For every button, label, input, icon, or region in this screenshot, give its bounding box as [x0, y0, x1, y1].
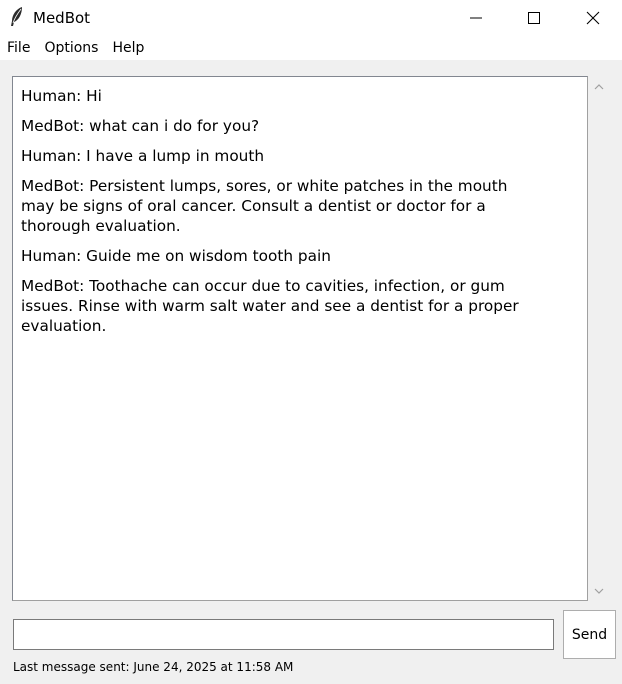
chevron-down-icon [594, 588, 603, 594]
chat-message-bot: MedBot: Toothache can occur due to cavit… [21, 277, 519, 335]
feather-icon [9, 6, 25, 28]
menu-options[interactable]: Options [37, 36, 105, 60]
chat-message-bot: MedBot: Persistent lumps, sores, or whit… [21, 177, 508, 235]
scroll-up-button[interactable] [588, 76, 609, 97]
chat-message-bot: MedBot: what can i do for you? [21, 117, 260, 135]
title-bar: MedBot [0, 0, 622, 36]
minimize-icon [470, 17, 482, 19]
menu-help[interactable]: Help [105, 36, 151, 60]
medbot-window: MedBot File Options Help Human: Hi MedBo… [0, 0, 622, 684]
chat-message-human: Human: Guide me on wisdom tooth pain [21, 247, 331, 265]
chat-log-area[interactable]: Human: Hi MedBot: what can i do for you?… [12, 76, 588, 601]
menu-file[interactable]: File [0, 36, 37, 60]
minimize-button[interactable] [447, 0, 505, 36]
last-sent-status: Last message sent: June 24, 2025 at 11:5… [13, 660, 294, 674]
close-icon [586, 11, 600, 25]
chat-log: Human: Hi MedBot: what can i do for you?… [21, 86, 579, 346]
send-button[interactable]: Send [563, 610, 616, 659]
maximize-button[interactable] [505, 0, 563, 36]
chat-message-human: Human: Hi [21, 87, 102, 105]
chat-scrollbar[interactable] [588, 76, 609, 601]
chevron-up-icon [594, 83, 603, 89]
menu-bar: File Options Help [0, 36, 622, 60]
chat-message-human: Human: I have a lump in mouth [21, 147, 265, 165]
window-title: MedBot [33, 9, 91, 27]
scroll-down-button[interactable] [588, 580, 609, 601]
message-input[interactable] [13, 619, 554, 650]
close-button[interactable] [564, 0, 622, 36]
maximize-icon [528, 12, 540, 24]
